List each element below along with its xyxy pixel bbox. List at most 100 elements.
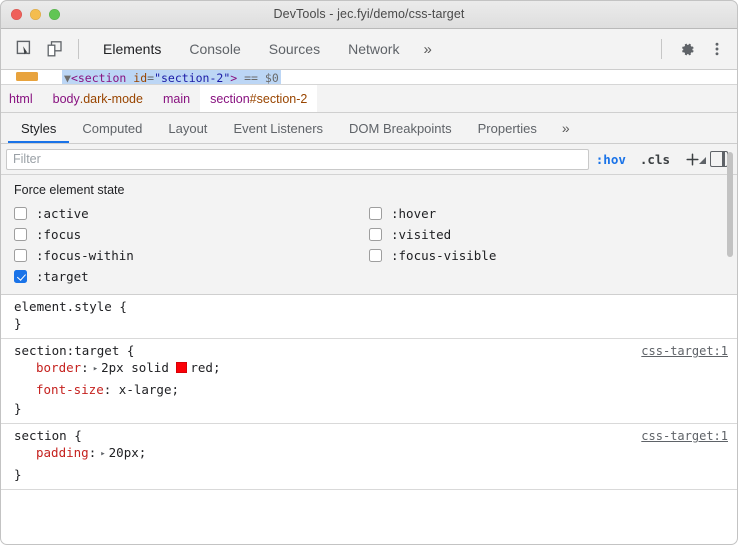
new-style-rule-button[interactable] — [677, 152, 706, 167]
css-value-padding[interactable]: 20px; — [109, 445, 147, 460]
css-close-brace-section-target: } — [14, 401, 22, 416]
breadcrumb-section-tag: section — [210, 91, 250, 106]
css-close-brace-element-style: } — [14, 316, 22, 331]
tab-event-listeners-label: Event Listeners — [233, 120, 324, 136]
checkbox-focus-visible-box[interactable] — [369, 249, 382, 262]
css-declaration-padding[interactable]: padding: ▸ 20px; — [0, 443, 738, 465]
tab-console-label: Console — [189, 41, 241, 57]
devtools-panel-tabs: Elements Console Sources Network » — [89, 29, 442, 69]
styles-pane-tabs: Styles Computed Layout Event Listeners D… — [0, 113, 738, 144]
state-label-visited: :visited — [391, 227, 452, 242]
expand-arrow-icon-padding[interactable]: ▸ — [100, 445, 105, 464]
checkbox-target-box[interactable] — [14, 270, 27, 283]
css-declaration-border[interactable]: border: ▸ 2px solid red; — [0, 358, 738, 380]
tab-dom-breakpoints[interactable]: DOM Breakpoints — [336, 113, 465, 143]
gear-icon[interactable] — [672, 35, 702, 63]
toggle-sidebar-icon[interactable] — [710, 151, 728, 167]
state-label-hover: :hover — [391, 206, 437, 221]
tab-computed-label: Computed — [82, 120, 143, 136]
device-toolbar-icon[interactable] — [40, 35, 70, 63]
state-label-target: :target — [36, 269, 89, 284]
force-element-state-panel: Force element state :active :hover :focu… — [0, 175, 738, 295]
tab-network[interactable]: Network — [334, 29, 413, 69]
dom-tag-name: section — [77, 71, 127, 85]
css-property-padding[interactable]: padding — [36, 445, 89, 460]
breadcrumb-item-html[interactable]: html — [0, 85, 43, 112]
tab-properties[interactable]: Properties — [465, 113, 550, 143]
checkbox-focus-box[interactable] — [14, 228, 27, 241]
breadcrumb: html body .dark-mode main section #section… — [0, 85, 738, 113]
tab-sources-label: Sources — [268, 41, 321, 57]
window-title: DevTools - jec.fyi/demo/css-target — [273, 7, 465, 21]
css-rules-list: element.style { } section:target { css-t… — [0, 295, 738, 490]
checkbox-active-box[interactable] — [14, 207, 27, 220]
tab-console[interactable]: Console — [175, 29, 254, 69]
more-vertical-icon[interactable] — [702, 35, 732, 63]
css-value-font-size[interactable]: x-large; — [119, 382, 179, 397]
tab-network-label: Network — [348, 41, 400, 57]
breadcrumb-body-class: .dark-mode — [79, 91, 143, 106]
tab-layout[interactable]: Layout — [155, 113, 220, 143]
css-origin-link-section[interactable]: css-target:1 — [641, 429, 728, 443]
minimize-button[interactable] — [30, 9, 41, 20]
styles-scrollbar[interactable] — [727, 144, 736, 507]
zoom-button[interactable] — [49, 9, 60, 20]
tab-computed[interactable]: Computed — [69, 113, 155, 143]
breadcrumb-item-body[interactable]: body .dark-mode — [43, 85, 153, 112]
dom-tree-selected-node[interactable]: ▼<section id="section-2"> == $0 — [62, 70, 281, 85]
checkbox-hover-box[interactable] — [369, 207, 382, 220]
breadcrumb-main-tag: main — [162, 91, 191, 106]
more-tabs-chevron-icon[interactable]: » — [413, 41, 441, 58]
state-label-focus-visible: :focus-visible — [391, 248, 497, 263]
css-selector-element-style[interactable]: element.style { — [14, 299, 127, 314]
css-value-border-color[interactable]: red; — [190, 360, 220, 375]
element-classes-button[interactable]: .cls — [633, 152, 677, 167]
css-selector-section-target[interactable]: section:target { — [14, 343, 134, 358]
filter-input[interactable] — [6, 148, 589, 170]
styles-scrollbar-thumb[interactable] — [727, 152, 733, 257]
state-checkbox-active[interactable]: :active — [0, 206, 355, 221]
tab-styles[interactable]: Styles — [8, 113, 70, 143]
state-checkbox-target[interactable]: :target — [0, 269, 355, 284]
css-origin-link-section-target[interactable]: css-target:1 — [641, 344, 728, 358]
checkbox-visited-box[interactable] — [369, 228, 382, 241]
styles-filter-bar: :hov .cls — [0, 144, 738, 175]
breadcrumb-html-tag: html — [9, 91, 33, 106]
color-swatch-red[interactable] — [176, 362, 188, 373]
inspect-cursor-icon[interactable] — [10, 35, 40, 63]
css-rule-section-target: section:target { css-target:1 border: ▸ 2p… — [0, 339, 738, 424]
breadcrumb-item-section[interactable]: section #section-2 — [200, 85, 318, 112]
tab-sources[interactable]: Sources — [255, 29, 334, 69]
state-label-active: :active — [36, 206, 89, 221]
dom-expand-arrow-icon[interactable]: ▼ — [64, 71, 71, 84]
state-checkbox-hover[interactable]: :hover — [355, 206, 738, 221]
css-property-border[interactable]: border — [36, 360, 81, 375]
css-value-border[interactable]: 2px solid — [101, 360, 169, 375]
state-checkbox-visited[interactable]: :visited — [355, 227, 738, 242]
state-checkbox-focus[interactable]: :focus — [0, 227, 355, 242]
css-selector-section[interactable]: section { — [14, 428, 82, 443]
force-element-state-grid: :active :hover :focus :visited :focus-wi… — [0, 206, 738, 284]
window-titlebar: DevTools - jec.fyi/demo/css-target — [0, 0, 738, 29]
checkbox-focus-within-box[interactable] — [14, 249, 27, 262]
css-colon-border: : — [81, 360, 89, 375]
css-property-font-size[interactable]: font-size — [36, 382, 104, 397]
more-pane-tabs-chevron-icon[interactable]: » — [550, 113, 582, 143]
close-button[interactable] — [11, 9, 22, 20]
force-state-toggle-button[interactable]: :hov — [589, 152, 633, 167]
tab-dom-breakpoints-label: DOM Breakpoints — [349, 120, 452, 136]
toolbar-divider-right — [661, 39, 662, 59]
css-declaration-font-size[interactable]: font-size: x-large; — [0, 380, 738, 399]
devtools-window: DevTools - jec.fyi/demo/css-target Eleme… — [0, 0, 738, 545]
tab-properties-label: Properties — [477, 120, 537, 136]
breadcrumb-item-main[interactable]: main — [153, 85, 200, 112]
state-checkbox-focus-within[interactable]: :focus-within — [0, 248, 355, 263]
traffic-lights — [11, 9, 60, 20]
css-rule-header-section-target: section:target { css-target:1 — [0, 343, 738, 358]
dom-open-bracket: < — [70, 71, 78, 85]
expand-arrow-icon-border[interactable]: ▸ — [93, 360, 98, 379]
tab-elements[interactable]: Elements — [89, 29, 175, 69]
dom-close-bracket: > — [230, 71, 238, 85]
state-checkbox-focus-visible[interactable]: :focus-visible — [355, 248, 738, 263]
tab-event-listeners[interactable]: Event Listeners — [220, 113, 336, 143]
